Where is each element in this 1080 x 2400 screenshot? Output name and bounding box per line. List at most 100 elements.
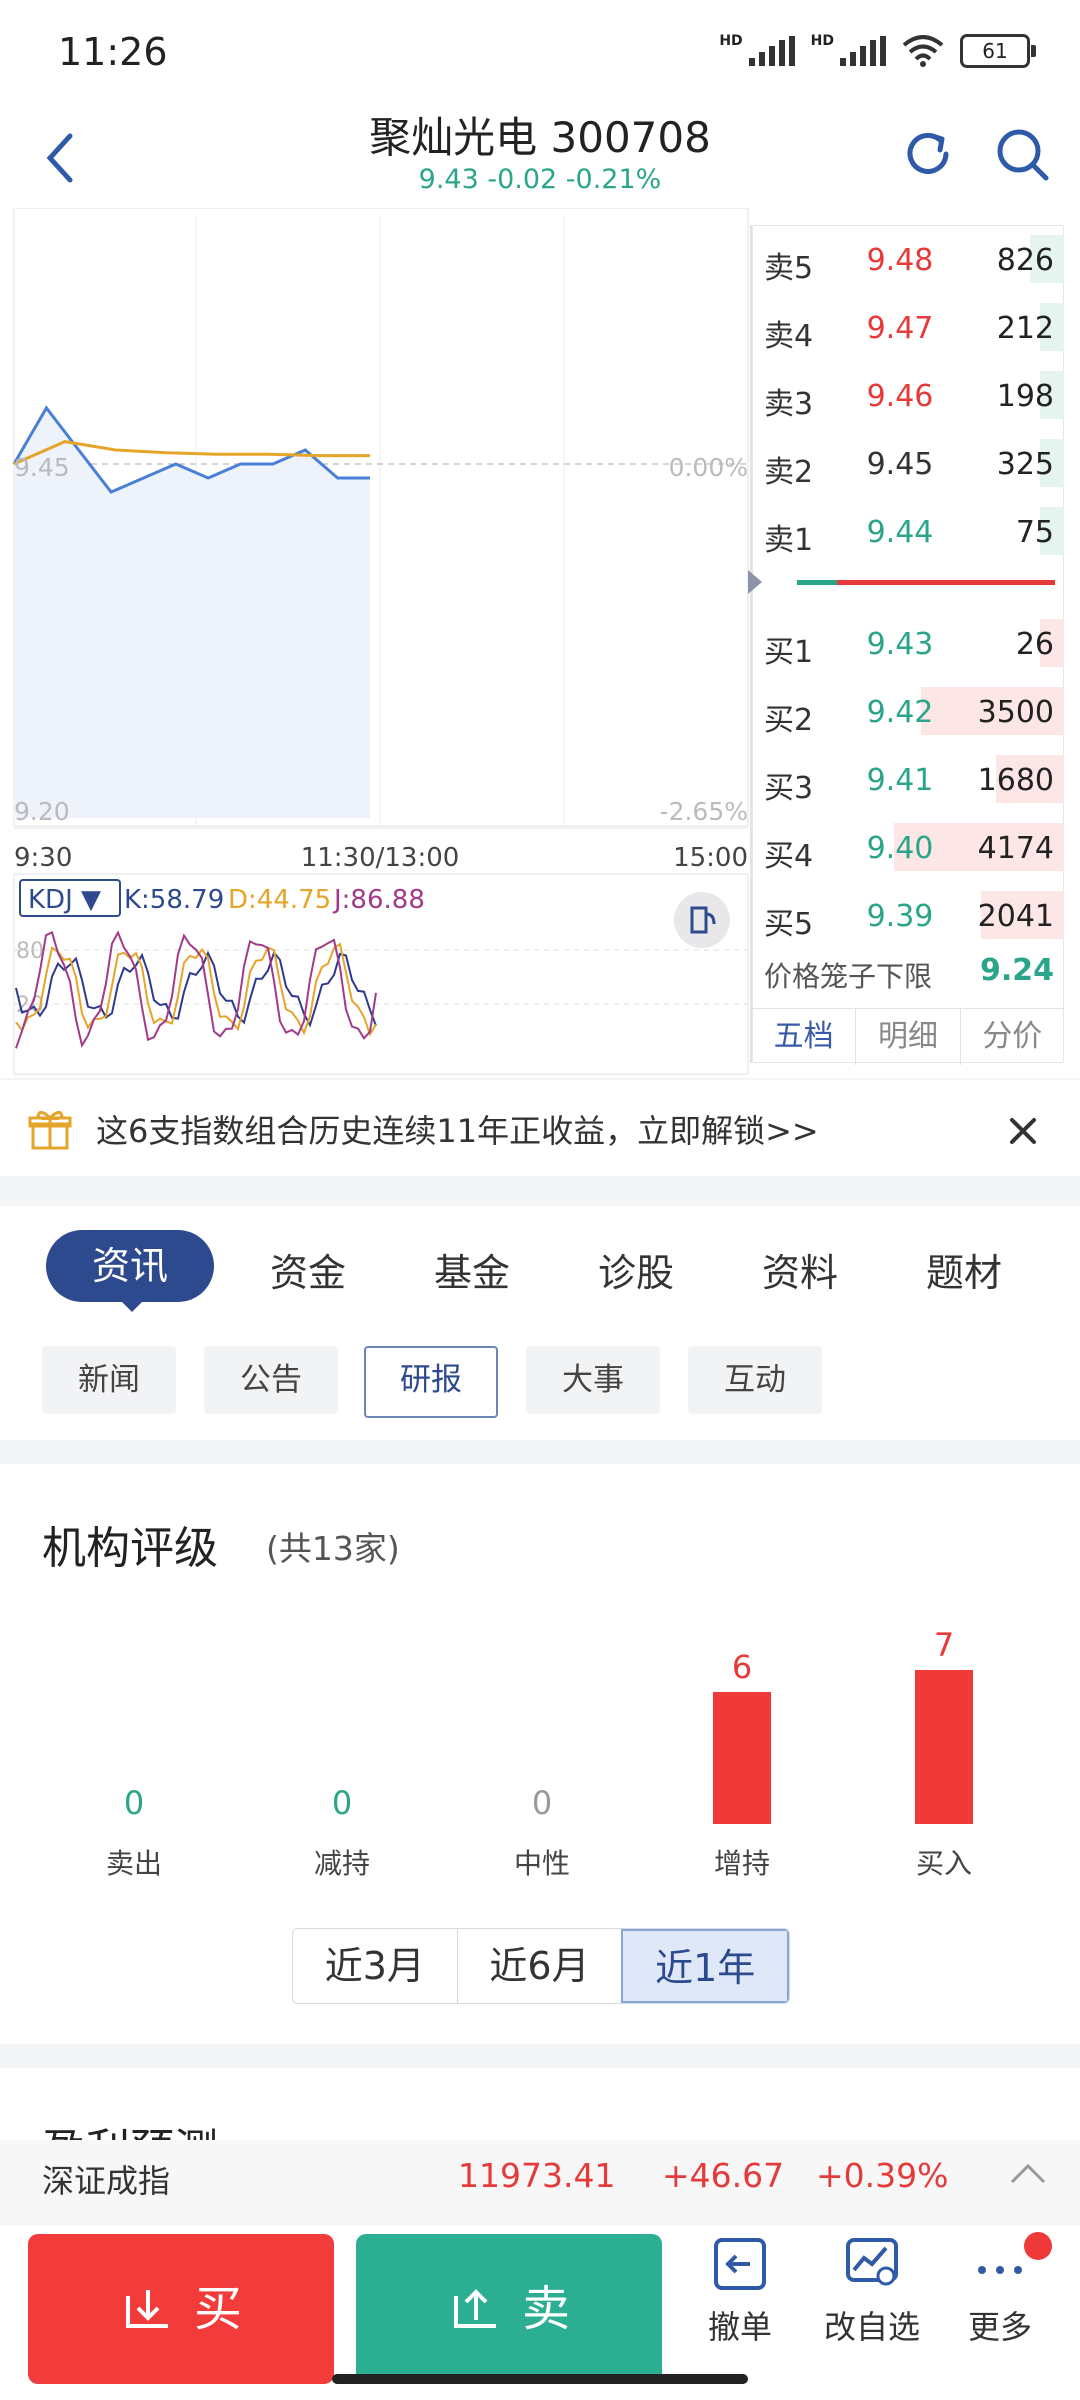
- hd-label-1: HD: [719, 33, 743, 49]
- tab-five-level[interactable]: 五档: [752, 1009, 855, 1065]
- notification-badge: [1024, 2232, 1052, 2260]
- cancel-order-button[interactable]: 撤单: [680, 2236, 800, 2348]
- pct-top-label: 0.00%: [669, 453, 748, 482]
- more-dots-icon: [978, 2266, 1022, 2274]
- tab-detail[interactable]: 明细: [855, 1009, 959, 1065]
- bid-label: 买1: [764, 635, 814, 670]
- bid-row[interactable]: 买4 9.40 4174: [752, 813, 1064, 881]
- bid-price: 9.42: [866, 695, 934, 730]
- kdj-k-value: K:58.79: [124, 885, 224, 915]
- kdj-j-line: [15, 930, 377, 1049]
- subtab-events[interactable]: 大事: [526, 1346, 660, 1414]
- tab-profile[interactable]: 资料: [730, 1242, 870, 1297]
- play-triangle-icon: [748, 570, 762, 594]
- intraday-chart[interactable]: 9.45 0.00% 9.20 -2.65% 9:30 11:30/13:00 …: [0, 208, 752, 1078]
- close-icon[interactable]: [1008, 1116, 1038, 1146]
- edit-watchlist-button[interactable]: 改自选: [812, 2236, 932, 2348]
- tab-theme[interactable]: 题材: [894, 1242, 1034, 1297]
- ask-price: 9.44: [866, 515, 934, 550]
- pct-bottom-label: -2.65%: [660, 797, 748, 826]
- price-top-label: 9.45: [14, 453, 70, 482]
- wifi-icon: [902, 35, 944, 67]
- search-icon[interactable]: [992, 124, 1052, 184]
- kdj-d-line: [15, 942, 377, 1037]
- price-bottom-label: 9.20: [14, 797, 70, 826]
- ask-volume: 212: [996, 311, 1054, 346]
- tab-news-info[interactable]: 资讯: [46, 1230, 214, 1302]
- price-limit-value: 9.24: [979, 953, 1054, 988]
- rating-value: 6: [731, 1648, 753, 1686]
- ask-row[interactable]: 卖3 9.46 198: [752, 361, 1064, 429]
- ask-price: 9.48: [866, 243, 934, 278]
- rating-value: 0: [123, 1784, 145, 1822]
- refresh-icon[interactable]: [898, 124, 958, 184]
- signal-icon-1: [748, 36, 795, 66]
- ask-label: 卖4: [764, 319, 814, 354]
- bid-volume: 2041: [977, 899, 1054, 934]
- ask-label: 卖1: [764, 523, 814, 558]
- ask-volume: 198: [996, 379, 1054, 414]
- bid-label: 买4: [764, 839, 814, 874]
- cancel-order-label: 撤单: [707, 2308, 772, 2346]
- edit-watchlist-label: 改自选: [823, 2308, 920, 2346]
- upload-arrow-icon: [453, 2289, 496, 2328]
- bid-price: 9.40: [866, 831, 934, 866]
- buy-button[interactable]: 买: [28, 2234, 334, 2384]
- tab-funds-flow[interactable]: 资金: [238, 1242, 378, 1297]
- ratio-bar-up: [837, 580, 1055, 585]
- bid-row[interactable]: 买5 9.39 2041: [752, 881, 1064, 949]
- ask-volume: 826: [996, 243, 1054, 278]
- watchlist-chart-icon: [846, 2238, 898, 2286]
- profit-forecast-section: 盈利预测: [0, 2068, 1080, 2148]
- bid-volume: 3500: [977, 695, 1054, 730]
- order-book: 卖5 9.48 826 卖4 9.47 212 卖3 9.46 198 卖2 9.45 325 卖1 9.…: [748, 225, 1064, 1063]
- rating-bar: [713, 1692, 771, 1824]
- chevron-up-icon[interactable]: [1008, 2162, 1048, 2186]
- rating-value: 7: [933, 1626, 955, 1664]
- tab-diagnosis[interactable]: 诊股: [566, 1242, 706, 1297]
- tab-price-split[interactable]: 分价: [959, 1009, 1064, 1065]
- ask-row[interactable]: 卖5 9.48 826: [752, 225, 1064, 293]
- index-change: +46.67: [662, 2156, 785, 2195]
- home-indicator[interactable]: [332, 2374, 748, 2384]
- period-3m[interactable]: 近3月: [293, 1929, 457, 2003]
- gift-icon: [28, 1111, 72, 1150]
- ask-row[interactable]: 卖4 9.47 212: [752, 293, 1064, 361]
- sell-button[interactable]: 卖: [356, 2234, 662, 2384]
- rating-value: 0: [331, 1784, 353, 1822]
- subtab-news[interactable]: 新闻: [42, 1346, 176, 1414]
- period-selector: 近3月 近6月 近1年: [292, 1928, 790, 2004]
- more-label: 更多: [967, 2308, 1032, 2346]
- rotate-screen-button[interactable]: [674, 892, 730, 948]
- bid-volume: 4174: [977, 831, 1054, 866]
- status-time: 11:26: [58, 30, 168, 74]
- period-6m[interactable]: 近6月: [456, 1929, 622, 2003]
- ask-row[interactable]: 卖2 9.45 325: [752, 429, 1064, 497]
- index-name: 深证成指: [42, 2162, 171, 2200]
- index-pct: +0.39%: [816, 2156, 949, 2195]
- subtab-research[interactable]: 研报: [364, 1346, 498, 1418]
- bid-row[interactable]: 买3 9.41 1680: [752, 745, 1064, 813]
- bid-price: 9.41: [866, 763, 934, 798]
- bid-row[interactable]: 买1 9.43 26: [752, 609, 1064, 677]
- subtab-interaction[interactable]: 互动: [688, 1346, 822, 1414]
- rating-count: (共13家): [266, 1529, 400, 1568]
- promo-text[interactable]: 这6支指数组合历史连续11年正收益，立即解锁>>: [96, 1106, 819, 1152]
- ask-row[interactable]: 卖1 9.44 75: [752, 497, 1064, 565]
- tab-fund[interactable]: 基金: [402, 1242, 542, 1297]
- bid-label: 买2: [764, 703, 814, 738]
- time-label-open: 9:30: [14, 843, 72, 873]
- period-1y[interactable]: 近1年: [621, 1929, 789, 2003]
- ratio-bar-down: [797, 580, 837, 585]
- subtab-announcement[interactable]: 公告: [204, 1346, 338, 1414]
- bid-row[interactable]: 买2 9.42 3500: [752, 677, 1064, 745]
- ask-price: 9.45: [866, 447, 934, 482]
- sell-label: 卖: [521, 2281, 570, 2337]
- bid-label: 买5: [764, 907, 814, 942]
- bid-label: 买3: [764, 771, 814, 806]
- kdj-axis-80: 80: [16, 939, 44, 964]
- ask-volume: 75: [1015, 515, 1054, 550]
- cancel-order-icon: [714, 2238, 766, 2290]
- rating-title: 机构评级: [42, 1523, 218, 1574]
- ask-label: 卖3: [764, 387, 814, 422]
